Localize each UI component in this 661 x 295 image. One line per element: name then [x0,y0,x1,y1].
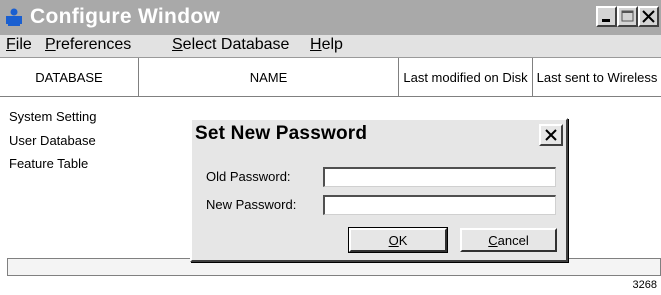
window-title: Configure Window [30,5,221,28]
set-new-password-dialog: Set New Password Old Password: New Passw… [190,118,568,262]
column-header-name[interactable]: NAME [139,58,399,97]
maximize-icon [621,10,634,22]
new-password-label: New Password: [206,197,297,212]
list-item[interactable]: User Database [9,133,96,148]
column-header-last-modified[interactable]: Last modified on Disk [399,58,533,97]
configure-window: Configure Window File Preferences Select… [0,0,661,279]
dialog-title: Set New Password [195,123,368,144]
dialog-close-button[interactable] [539,124,563,146]
column-header-last-sent[interactable]: Last sent to Wireless [533,58,661,97]
cancel-button[interactable]: Cancel [460,228,557,252]
minimize-button[interactable] [596,6,617,27]
new-password-field[interactable] [323,195,556,215]
column-header-database[interactable]: DATABASE [0,58,139,97]
menu-help[interactable]: Help [310,36,343,54]
menu-bar: File Preferences Select Database Help [0,35,661,58]
maximize-button[interactable] [617,6,638,27]
old-password-label: Old Password: [206,169,291,184]
menu-file[interactable]: File [6,36,32,54]
figure-number: 3268 [632,279,657,291]
close-icon [545,129,557,141]
list-item[interactable]: Feature Table [9,156,88,171]
list-item[interactable]: System Setting [9,109,96,124]
menu-select-database[interactable]: Select Database [172,36,289,54]
person-icon [6,8,22,26]
old-password-field[interactable] [323,167,556,187]
close-icon [642,10,655,23]
close-button[interactable] [638,6,659,27]
menu-preferences[interactable]: Preferences [45,36,131,54]
ok-button[interactable]: OK [348,227,448,253]
minimize-icon [602,19,610,22]
title-bar[interactable]: Configure Window [0,0,661,35]
